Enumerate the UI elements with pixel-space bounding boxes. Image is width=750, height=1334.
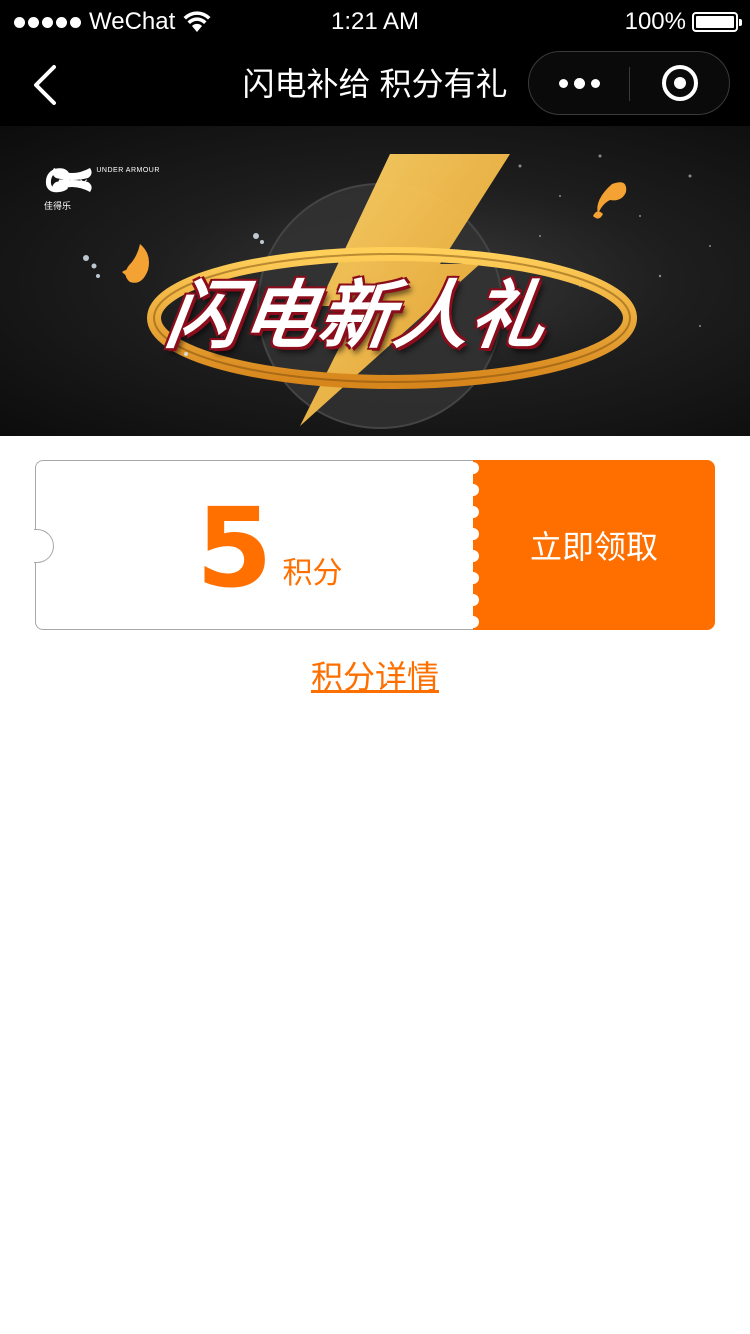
close-target-icon: [662, 65, 698, 101]
brand-lockup: G 佳得乐 × UNDER ARMOUR: [44, 164, 160, 212]
more-icon: [558, 78, 568, 88]
battery-percent: 100%: [624, 8, 686, 35]
close-button[interactable]: [630, 52, 730, 114]
claim-button-label: 立即领取: [529, 529, 658, 565]
nav-bar: 闪电补给 积分有礼: [0, 44, 750, 126]
coupon-notch: [34, 529, 54, 563]
status-right: 100%: [624, 8, 742, 36]
coupon-scallop-edge: [467, 460, 480, 630]
battery-icon: [692, 12, 742, 32]
claim-button[interactable]: 立即领取: [473, 460, 715, 630]
points-details-link[interactable]: 积分详情: [0, 655, 750, 699]
under-armour-text: UNDER ARMOUR: [96, 167, 160, 174]
mini-program-capsule: [528, 51, 730, 115]
promo-banner: G 佳得乐 × UNDER ARMOUR 闪电新人礼: [0, 126, 750, 436]
status-bar: WeChat 1:21 AM 100%: [0, 0, 750, 44]
points-display: 5 积分: [196, 484, 343, 612]
points-coupon: 5 积分 立即领取: [34, 460, 715, 630]
points-unit: 积分: [282, 557, 343, 590]
gatorade-name: 佳得乐: [44, 201, 72, 211]
coupon-value-panel: 5 积分: [34, 460, 473, 630]
under-armour-logo: UNDER ARMOUR: [52, 164, 160, 192]
under-armour-mark-icon: [52, 168, 92, 192]
banner-headline: 闪电新人礼: [161, 274, 553, 357]
more-button[interactable]: [529, 52, 629, 114]
points-value: 5: [196, 484, 273, 612]
page-title-text: 闪电补给 积分有礼: [242, 66, 508, 102]
